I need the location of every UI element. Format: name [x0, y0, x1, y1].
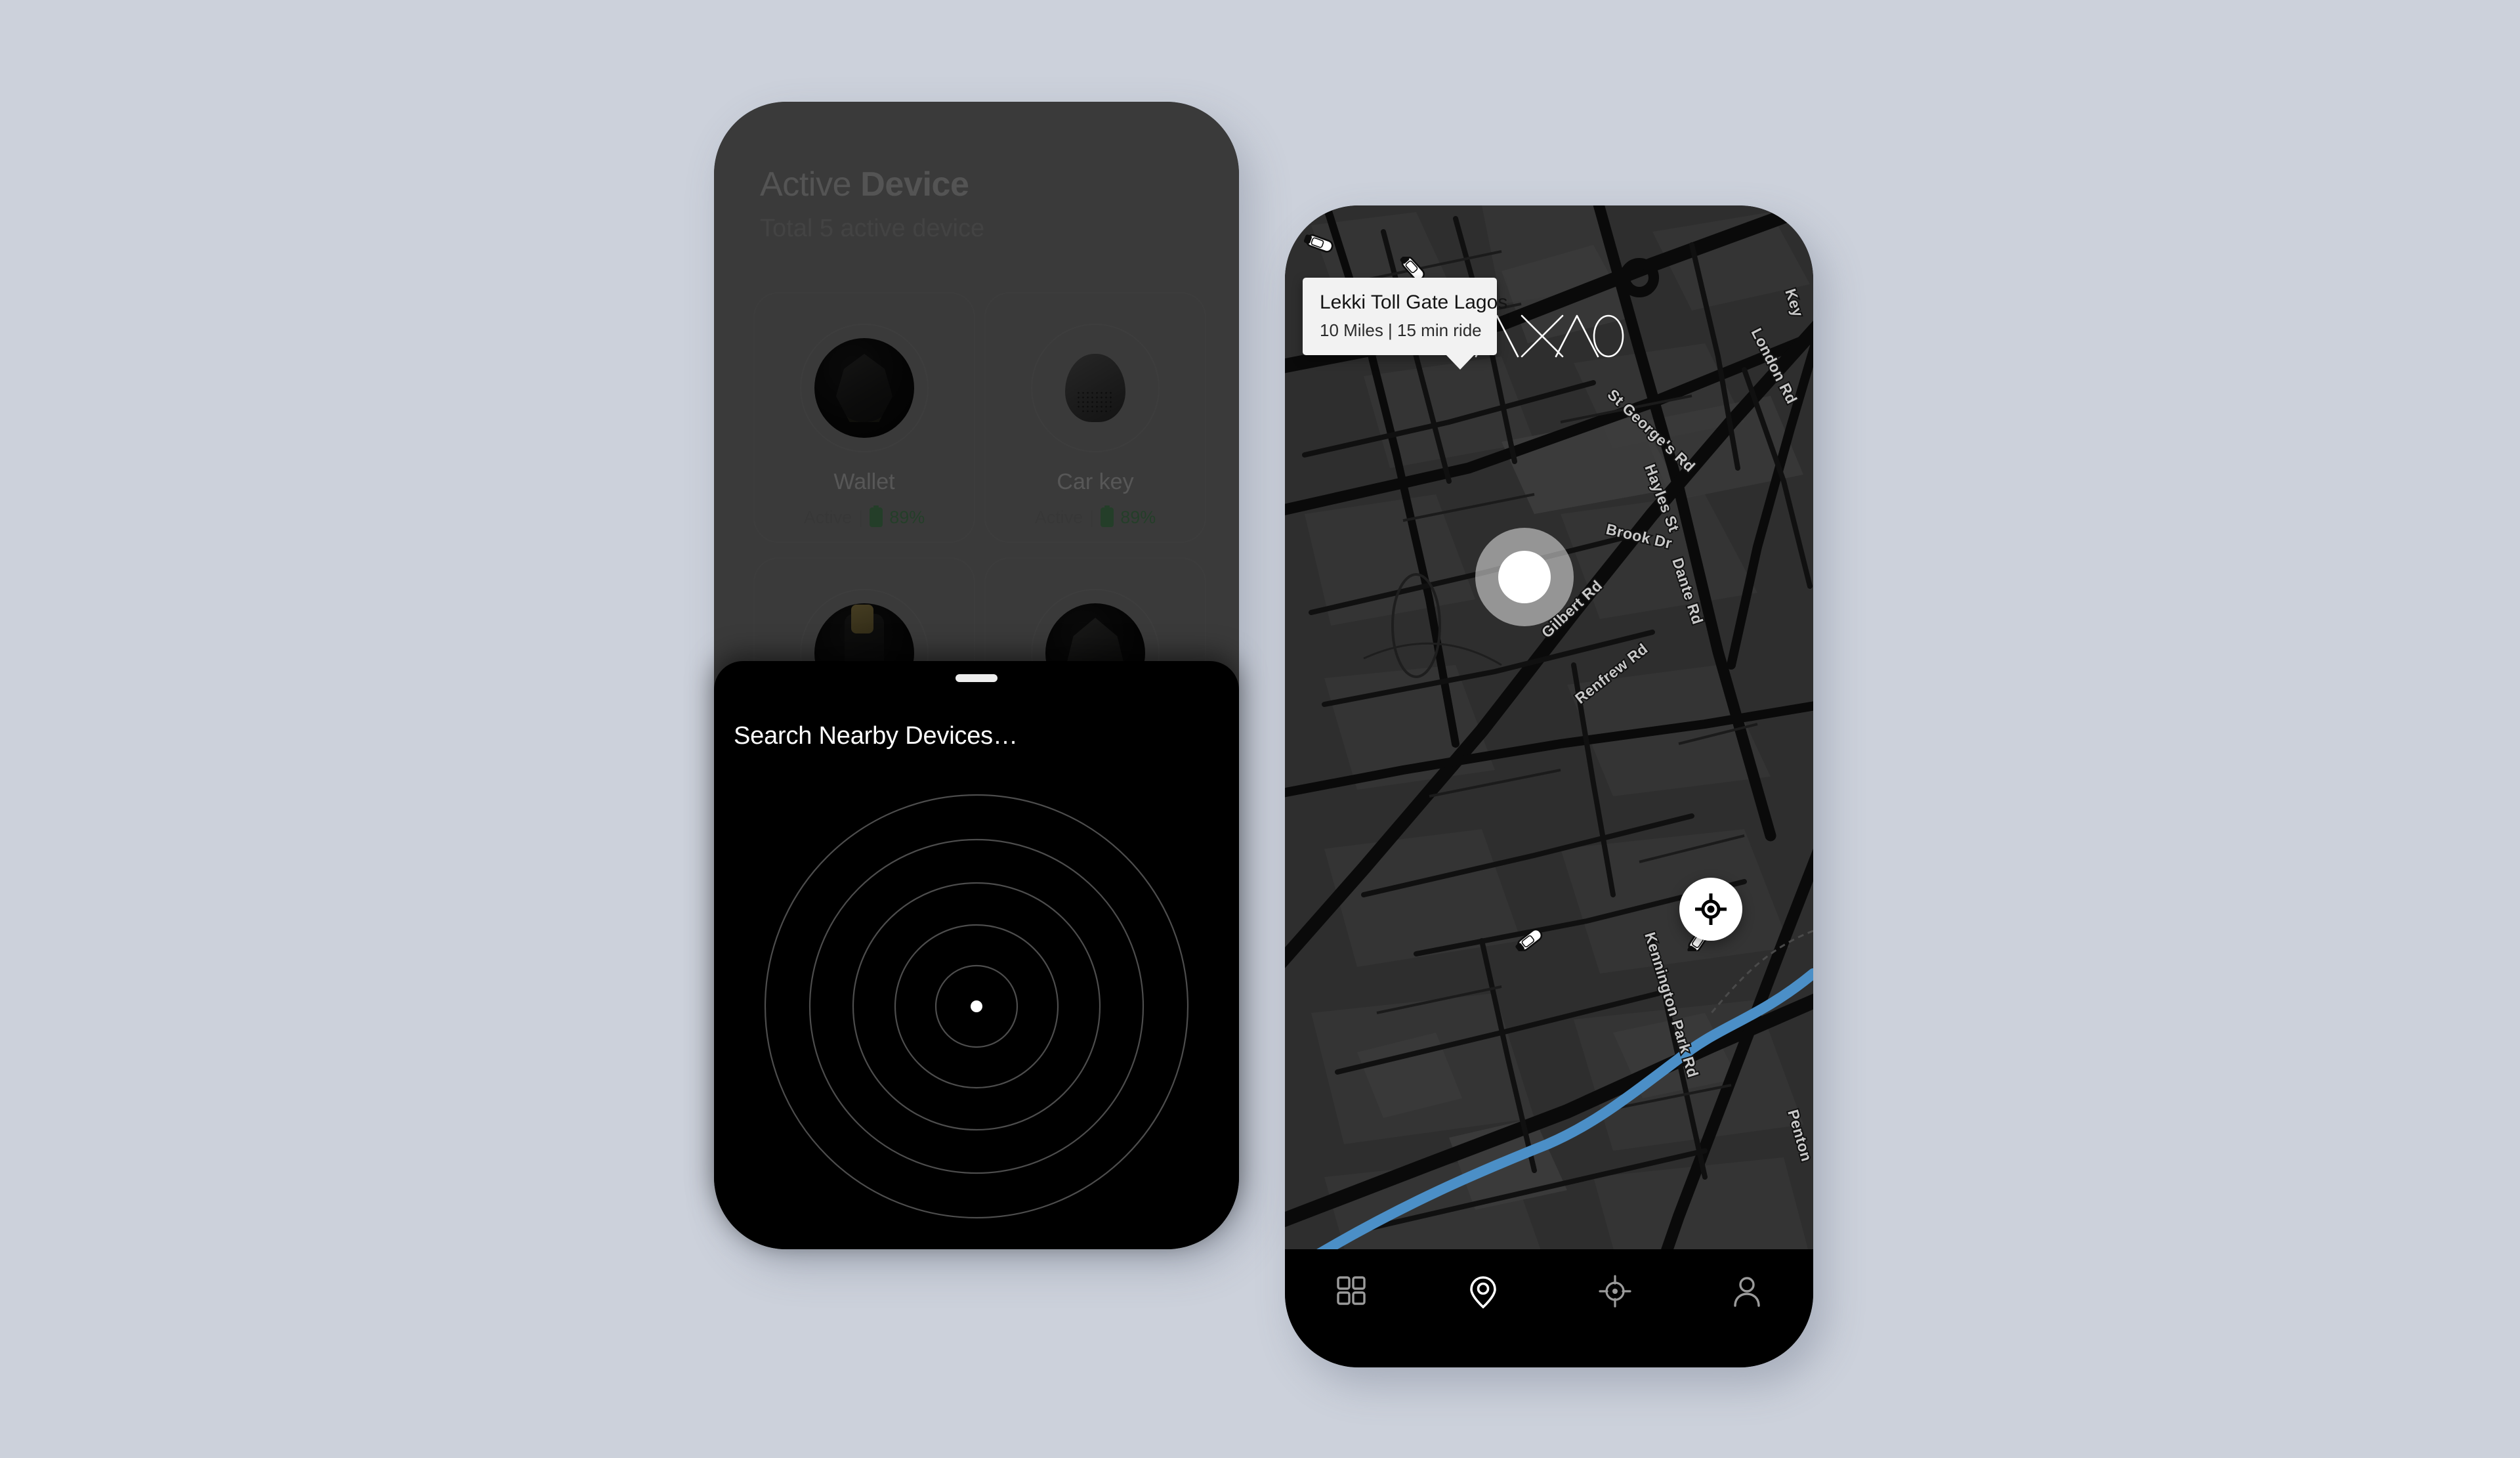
tooltip-title: Lekki Toll Gate Lagos [1320, 291, 1508, 313]
nav-item-map[interactable] [1417, 1274, 1549, 1310]
page-title-light: Active [760, 165, 861, 204]
nav-item-profile[interactable] [1681, 1274, 1813, 1308]
person-icon [1734, 1277, 1761, 1307]
device-status: Active [1034, 507, 1083, 527]
page-title-bold: Device [860, 165, 969, 204]
nav-item-track[interactable] [1549, 1274, 1681, 1308]
current-location-dot [1498, 551, 1551, 603]
crosshair-icon [1599, 1275, 1631, 1308]
tooltip-subtitle: 10 Miles | 15 min ride [1320, 320, 1482, 340]
current-location-marker[interactable] [1475, 528, 1574, 626]
device-status-row: Active | 89% [803, 505, 925, 527]
status-separator: | [858, 507, 864, 527]
device-icon-ring [1031, 324, 1160, 452]
page-title: Active Device [760, 167, 1193, 202]
battery-level: 89% [889, 507, 925, 527]
status-separator: | [1089, 507, 1095, 527]
battery-icon [1101, 505, 1114, 527]
page-subtitle: Total 5 active device [760, 215, 985, 242]
map-screen[interactable]: Key London Rd St George's Rd Hayles St B… [1285, 205, 1813, 1367]
grid-icon [1336, 1276, 1366, 1305]
device-name: Car key [1057, 469, 1134, 494]
car-marker-4[interactable] [1511, 929, 1547, 951]
sheet-drag-handle[interactable] [956, 674, 998, 682]
recenter-location-button[interactable] [1679, 878, 1742, 941]
wallet-tracker-tag-icon [814, 338, 914, 438]
nav-item-dashboard[interactable] [1285, 1274, 1417, 1307]
sheet-title: Search Nearby Devices… [734, 722, 1018, 750]
map-phone: Key London Rd St George's Rd Hayles St B… [1285, 205, 1813, 1367]
destination-tooltip[interactable]: Lekki Toll Gate Lagos 10 Miles | 15 min … [1303, 278, 1508, 370]
device-card-car-key[interactable]: Car key Active | 89% [984, 292, 1206, 543]
device-name: Wallet [833, 469, 895, 494]
car-marker-1[interactable] [1301, 232, 1337, 254]
location-pin-icon [1470, 1276, 1496, 1309]
car-key-tracker-tag-icon [1045, 338, 1145, 438]
car-marker-2[interactable] [1395, 257, 1431, 279]
radar-center-dot [971, 1000, 982, 1012]
battery-icon [870, 505, 883, 527]
device-status-row: Active | 89% [1034, 505, 1156, 527]
search-nearby-devices-sheet[interactable]: Search Nearby Devices… [714, 661, 1239, 1249]
gps-locate-icon [1695, 893, 1727, 925]
device-icon-ring [800, 324, 929, 452]
device-card-wallet[interactable]: Wallet Active | 89% [753, 292, 975, 543]
bottom-navigation-bar [1285, 1249, 1813, 1367]
map-canvas[interactable]: Key London Rd St George's Rd Hayles St B… [1285, 205, 1813, 1367]
device-status: Active [803, 507, 852, 527]
battery-level: 89% [1120, 507, 1156, 527]
device-list-header: Active Device Total 5 active device [760, 167, 1193, 241]
